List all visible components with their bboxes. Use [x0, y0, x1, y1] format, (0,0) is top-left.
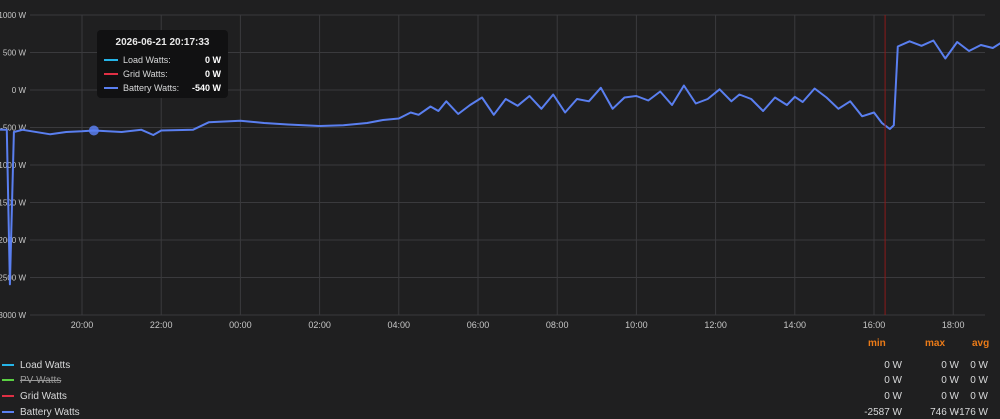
- y-tick-label: -2500 W: [0, 274, 26, 283]
- legend-header-min[interactable]: min: [868, 338, 886, 349]
- legend-min-value: 0 W: [884, 390, 902, 402]
- legend-avg-value: -176 W: [955, 406, 988, 418]
- series-color-swatch: [104, 87, 118, 89]
- tooltip-series-name: Battery Watts:: [123, 83, 180, 93]
- legend-series-name[interactable]: Battery Watts: [20, 407, 80, 418]
- x-tick-label: 10:00: [625, 320, 648, 330]
- legend-item-pv-watts[interactable]: PV Watts 0 W0 W0 W: [0, 373, 1000, 387]
- tooltip-series-value: 0 W: [204, 55, 221, 65]
- legend-header-avg[interactable]: avg: [972, 338, 989, 349]
- series-color-swatch: [2, 379, 14, 381]
- x-tick-label: 08:00: [546, 320, 569, 330]
- tooltip-series-value: 0 W: [204, 69, 221, 79]
- y-tick-label: -3000 W: [0, 311, 26, 320]
- tooltip-time: 2026-06-21 20:17:33: [115, 37, 210, 48]
- hover-tooltip: 2026-06-21 20:17:33 Load Watts: 0 W Grid W…: [97, 30, 228, 98]
- tooltip-series-name: Grid Watts:: [123, 69, 168, 79]
- y-tick-label: 1000 W: [0, 11, 26, 20]
- legend-avg-value: 0 W: [970, 359, 988, 371]
- legend-header-max[interactable]: max: [925, 338, 945, 349]
- x-tick-label: 16:00: [863, 320, 886, 330]
- legend-avg-value: 0 W: [970, 390, 988, 402]
- legend-min-value: 0 W: [884, 374, 902, 386]
- x-tick-label: 18:00: [942, 320, 965, 330]
- y-tick-label: 500 W: [3, 49, 27, 58]
- legend-series-name[interactable]: Grid Watts: [20, 391, 67, 402]
- x-tick-label: 02:00: [308, 320, 331, 330]
- series-color-swatch: [104, 59, 118, 61]
- x-tick-label: 14:00: [784, 320, 807, 330]
- legend-table: min max avg Load Watts 0 W 0 W 0 W PV Watts 0…: [0, 336, 1000, 418]
- series-color-swatch: [2, 395, 14, 397]
- x-axis: 20:00 22:00 00:00 02:00 04:00 06:00 08:00 10:00…: [71, 320, 965, 330]
- x-tick-label: 06:00: [467, 320, 490, 330]
- tooltip-series-value: -540 W: [191, 83, 221, 93]
- legend-item-load-watts[interactable]: Load Watts 0 W0 W0 W: [0, 358, 1000, 372]
- legend-min-value: -2587 W: [864, 406, 902, 418]
- tooltip-row: Battery Watts: -540 W: [104, 81, 221, 95]
- series-color-swatch: [2, 411, 14, 413]
- series-color-swatch: [2, 364, 14, 366]
- tooltip-row: Grid Watts: 0 W: [104, 67, 221, 81]
- y-tick-label: -1500 W: [0, 199, 26, 208]
- legend-item-grid-watts[interactable]: Grid Watts 0 W0 W0 W: [0, 389, 1000, 403]
- legend-min-value: 0 W: [884, 359, 902, 371]
- series-color-swatch: [104, 73, 118, 75]
- x-tick-label: 00:00: [229, 320, 252, 330]
- legend-series-name[interactable]: PV Watts: [20, 375, 61, 386]
- hover-point: [88, 125, 99, 136]
- tooltip-row: Load Watts: 0 W: [104, 53, 221, 67]
- y-tick-label: 0 W: [12, 86, 27, 95]
- x-tick-label: 20:00: [71, 320, 94, 330]
- legend-avg-value: 0 W: [970, 374, 988, 386]
- legend-series-name[interactable]: Load Watts: [20, 360, 70, 371]
- x-tick-label: 04:00: [388, 320, 411, 330]
- x-tick-label: 22:00: [150, 320, 173, 330]
- x-tick-label: 12:00: [704, 320, 727, 330]
- y-tick-label: -500 W: [0, 124, 26, 133]
- y-tick-label: -2000 W: [0, 236, 26, 245]
- tooltip-series-name: Load Watts:: [123, 55, 171, 65]
